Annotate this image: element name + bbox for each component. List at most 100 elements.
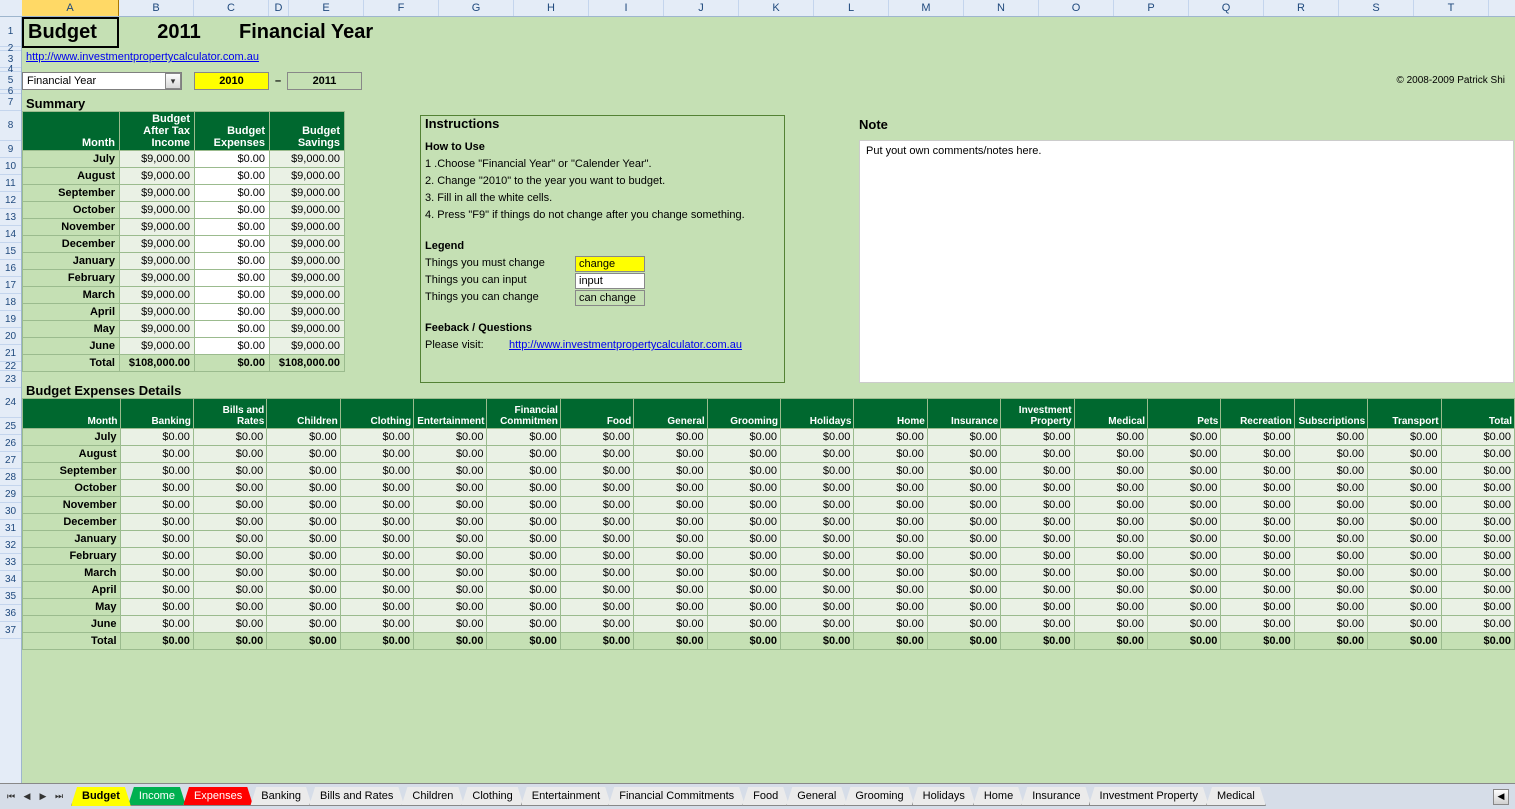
row-number[interactable]: 37: [0, 622, 21, 639]
year-type-dropdown[interactable]: Financial Year: [22, 72, 182, 90]
sheet-tab[interactable]: Investment Property: [1089, 787, 1209, 806]
sheet-tab[interactable]: Expenses: [183, 787, 253, 806]
details-value-cell: $0.00: [854, 429, 927, 446]
row-number[interactable]: 10: [0, 158, 21, 175]
row-number[interactable]: 31: [0, 520, 21, 537]
column-header[interactable]: P: [1114, 0, 1189, 16]
details-value-cell: $0.00: [1368, 497, 1441, 514]
tab-nav-next-icon[interactable]: ▶: [36, 790, 50, 804]
row-number[interactable]: 27: [0, 452, 21, 469]
tab-nav-last-icon[interactable]: ⏭: [52, 790, 66, 804]
row-number[interactable]: 15: [0, 243, 21, 260]
details-value-cell: $0.00: [707, 429, 780, 446]
column-header[interactable]: Q: [1189, 0, 1264, 16]
details-total-cell: $0.00: [854, 633, 927, 650]
row-number[interactable]: 21: [0, 345, 21, 362]
sheet-tab[interactable]: Children: [401, 787, 464, 806]
row-number[interactable]: 24: [0, 388, 21, 418]
feedback-link[interactable]: http://www.investmentpropertycalculator.…: [505, 335, 746, 356]
summary-header: Budget Savings: [270, 112, 345, 151]
tab-nav-first-icon[interactable]: ⏮: [4, 790, 18, 804]
column-header[interactable]: B: [119, 0, 194, 16]
column-header[interactable]: O: [1039, 0, 1114, 16]
sheet-tab[interactable]: Insurance: [1021, 787, 1091, 806]
column-header[interactable]: C: [194, 0, 269, 16]
row-number[interactable]: 26: [0, 435, 21, 452]
sheet-tab[interactable]: Income: [128, 787, 186, 806]
sheet-tab[interactable]: Medical: [1206, 787, 1266, 806]
column-header[interactable]: N: [964, 0, 1039, 16]
row-number[interactable]: 32: [0, 537, 21, 554]
column-header[interactable]: L: [814, 0, 889, 16]
column-header[interactable]: U: [1489, 0, 1515, 16]
row-number[interactable]: 36: [0, 605, 21, 622]
details-value-cell: $0.00: [560, 514, 633, 531]
details-month-cell: July: [23, 429, 121, 446]
sheet-tab[interactable]: Home: [973, 787, 1024, 806]
row-number[interactable]: 22: [0, 362, 21, 371]
column-header[interactable]: J: [664, 0, 739, 16]
row-number[interactable]: 23: [0, 371, 21, 388]
column-header[interactable]: K: [739, 0, 814, 16]
summary-month-cell: November: [23, 219, 120, 236]
row-number[interactable]: 7: [0, 94, 21, 111]
column-header[interactable]: F: [364, 0, 439, 16]
column-header[interactable]: A: [22, 0, 119, 16]
sheet-tab[interactable]: Food: [742, 787, 789, 806]
row-number[interactable]: 33: [0, 554, 21, 571]
tab-nav-prev-icon[interactable]: ◀: [20, 790, 34, 804]
row-number[interactable]: 34: [0, 571, 21, 588]
row-number[interactable]: 14: [0, 226, 21, 243]
dropdown-arrow-icon[interactable]: [165, 73, 181, 89]
details-value-cell: $0.00: [414, 582, 487, 599]
row-number[interactable]: 13: [0, 209, 21, 226]
sheet-tab[interactable]: Bills and Rates: [309, 787, 404, 806]
note-textarea[interactable]: Put yout own comments/notes here.: [859, 140, 1514, 383]
column-header[interactable]: G: [439, 0, 514, 16]
sheet-content[interactable]: Budget 2011 Financial Year http://www.in…: [22, 17, 1515, 783]
column-header[interactable]: D: [269, 0, 289, 16]
row-number[interactable]: 35: [0, 588, 21, 605]
column-header[interactable]: I: [589, 0, 664, 16]
details-value-cell: $0.00: [414, 429, 487, 446]
row-number[interactable]: 25: [0, 418, 21, 435]
row-number[interactable]: 16: [0, 260, 21, 277]
sheet-tab[interactable]: Banking: [250, 787, 312, 806]
website-link[interactable]: http://www.investmentpropertycalculator.…: [22, 49, 263, 65]
row-number[interactable]: 12: [0, 192, 21, 209]
details-value-cell: $0.00: [487, 531, 560, 548]
sheet-tab[interactable]: Clothing: [461, 787, 523, 806]
legend-label: Things you must change: [425, 255, 575, 272]
details-value-cell: $0.00: [1074, 616, 1147, 633]
column-header[interactable]: H: [514, 0, 589, 16]
row-number[interactable]: 17: [0, 277, 21, 294]
details-total-cell: $0.00: [560, 633, 633, 650]
tab-scroll-left-icon[interactable]: ◀: [1493, 789, 1509, 805]
details-value-cell: $0.00: [414, 599, 487, 616]
row-number[interactable]: 30: [0, 503, 21, 520]
column-header[interactable]: S: [1339, 0, 1414, 16]
details-header: General: [634, 399, 707, 429]
column-header[interactable]: T: [1414, 0, 1489, 16]
column-header[interactable]: R: [1264, 0, 1339, 16]
row-number[interactable]: 29: [0, 486, 21, 503]
row-number[interactable]: 20: [0, 328, 21, 345]
sheet-tab[interactable]: Financial Commitments: [608, 787, 745, 806]
row-number[interactable]: 11: [0, 175, 21, 192]
column-header[interactable]: M: [889, 0, 964, 16]
sheet-tab[interactable]: General: [786, 787, 847, 806]
column-header[interactable]: E: [289, 0, 364, 16]
row-number[interactable]: 9: [0, 141, 21, 158]
details-header: Insurance: [927, 399, 1000, 429]
row-number[interactable]: 8: [0, 111, 21, 141]
details-value-cell: $0.00: [487, 480, 560, 497]
sheet-tab[interactable]: Budget: [71, 787, 131, 806]
row-number[interactable]: 28: [0, 469, 21, 486]
details-value-cell: $0.00: [1147, 565, 1220, 582]
row-number[interactable]: 19: [0, 311, 21, 328]
sheet-tab[interactable]: Entertainment: [521, 787, 611, 806]
sheet-tab[interactable]: Grooming: [844, 787, 914, 806]
sheet-tab[interactable]: Holidays: [912, 787, 976, 806]
year-from-input[interactable]: 2010: [194, 72, 269, 90]
row-number[interactable]: 18: [0, 294, 21, 311]
